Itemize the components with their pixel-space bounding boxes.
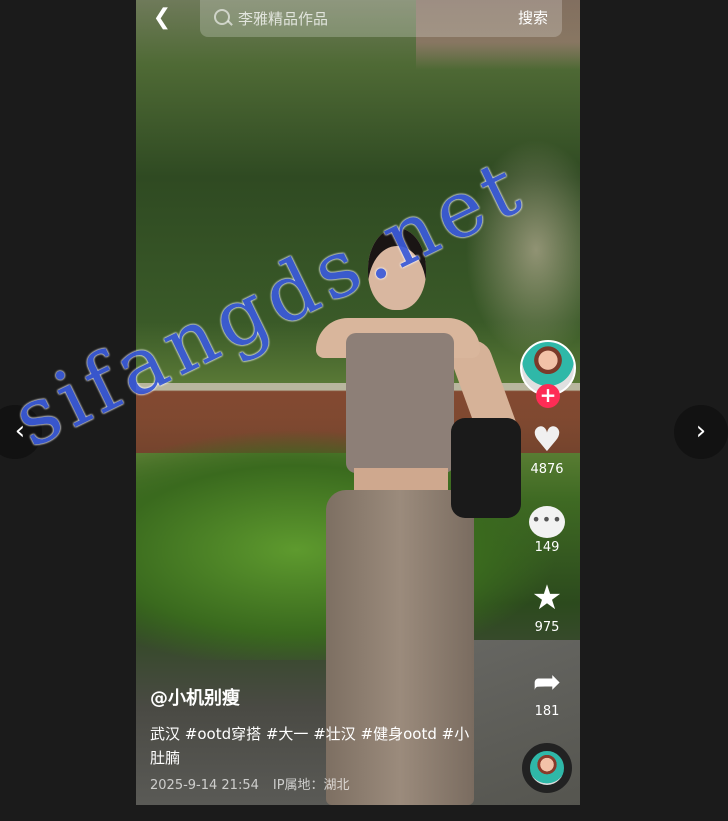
like-button[interactable]: ♥ 4876 bbox=[520, 420, 574, 477]
person-figure bbox=[316, 228, 546, 805]
figure-bag bbox=[451, 418, 521, 518]
favorite-button[interactable]: ★ 975 bbox=[520, 578, 574, 635]
search-bar[interactable]: 搜索 bbox=[200, 0, 562, 37]
chevron-left-icon: ❮ bbox=[152, 5, 172, 30]
figure-top bbox=[346, 333, 454, 473]
author-avatar-group[interactable]: + bbox=[520, 340, 576, 408]
share-count: 181 bbox=[534, 704, 560, 719]
next-button[interactable]: › bbox=[674, 405, 728, 459]
heart-icon: ♥ bbox=[531, 420, 563, 460]
search-button[interactable]: 搜索 bbox=[518, 7, 548, 28]
post-meta: 2025-9-14 21:54 IP属地：湖北 bbox=[150, 774, 350, 793]
post-datetime: 2025-9-14 21:54 bbox=[150, 778, 259, 793]
author-name[interactable]: @小机别瘦 bbox=[150, 684, 240, 710]
share-arrow-icon: ➦ bbox=[532, 662, 562, 702]
ip-location: IP属地：湖北 bbox=[272, 778, 350, 793]
back-button[interactable]: ❮ bbox=[149, 5, 175, 31]
comment-count: 149 bbox=[534, 540, 560, 555]
favorite-count: 975 bbox=[534, 620, 560, 635]
like-count: 4876 bbox=[530, 462, 564, 477]
music-disc-icon[interactable] bbox=[522, 743, 572, 793]
star-icon: ★ bbox=[531, 578, 563, 618]
search-input[interactable] bbox=[236, 6, 490, 32]
share-button[interactable]: ➦ 181 bbox=[520, 662, 574, 719]
search-icon bbox=[214, 9, 230, 25]
comment-icon bbox=[529, 506, 565, 538]
chevron-right-icon: › bbox=[695, 416, 707, 446]
comment-button[interactable]: 149 bbox=[520, 502, 574, 555]
post-description: 武汉 #ootd穿搭 #大一 #壮汉 #健身ootd #小肚腩 bbox=[150, 725, 470, 767]
follow-plus-icon[interactable]: + bbox=[536, 384, 560, 408]
